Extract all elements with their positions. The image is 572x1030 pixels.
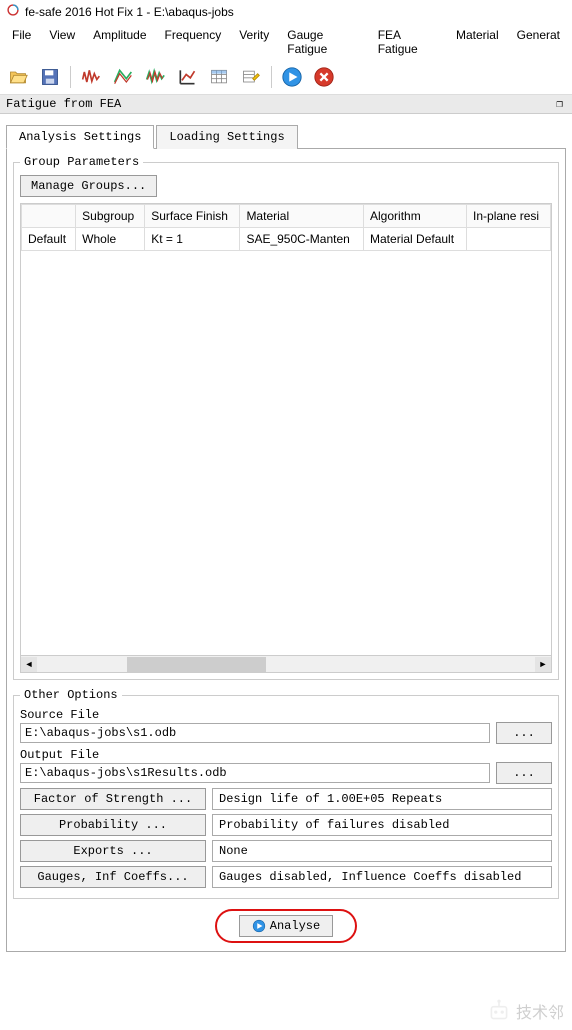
other-options: Other Options Source File ... Output Fil… bbox=[13, 688, 559, 899]
window-title: fe-safe 2016 Hot Fix 1 - E:\abaqus-jobs bbox=[25, 5, 234, 19]
source-file-label: Source File bbox=[20, 708, 552, 722]
group-parameters: Group Parameters Manage Groups... Subgro… bbox=[13, 155, 559, 680]
col-blank[interactable] bbox=[22, 205, 76, 228]
col-surface-finish[interactable]: Surface Finish bbox=[145, 205, 240, 228]
col-subgroup[interactable]: Subgroup bbox=[76, 205, 145, 228]
manage-groups-button[interactable]: Manage Groups... bbox=[20, 175, 157, 197]
tab-loading-settings[interactable]: Loading Settings bbox=[156, 125, 297, 149]
run-icon[interactable] bbox=[278, 63, 306, 91]
source-file-input[interactable] bbox=[20, 723, 490, 743]
col-material[interactable]: Material bbox=[240, 205, 364, 228]
group-parameters-legend: Group Parameters bbox=[20, 155, 143, 169]
open-icon[interactable] bbox=[4, 63, 32, 91]
source-browse-button[interactable]: ... bbox=[496, 722, 552, 744]
cell-material[interactable]: SAE_950C-Manten bbox=[240, 228, 364, 251]
cell-algorithm[interactable]: Material Default bbox=[364, 228, 467, 251]
tabs: Analysis Settings Loading Settings bbox=[6, 124, 566, 148]
menu-frequency[interactable]: Frequency bbox=[157, 25, 230, 59]
probability-button[interactable]: Probability ... bbox=[20, 814, 206, 836]
panel-label: Fatigue from FEA bbox=[6, 97, 121, 111]
probability-value: Probability of failures disabled bbox=[212, 814, 552, 836]
wave-mix-icon[interactable] bbox=[141, 63, 169, 91]
toolbar bbox=[0, 61, 572, 95]
cell-surface-finish[interactable]: Kt = 1 bbox=[145, 228, 240, 251]
col-inplane[interactable]: In-plane resi bbox=[467, 205, 551, 228]
envelope-green-icon[interactable] bbox=[109, 63, 137, 91]
watermark-text: 技术邻 bbox=[516, 999, 564, 1023]
tab-analysis-settings[interactable]: Analysis Settings bbox=[6, 125, 154, 149]
watermark: 技术邻 bbox=[486, 998, 564, 1024]
menu-file[interactable]: File bbox=[4, 25, 39, 59]
factor-of-strength-button[interactable]: Factor of Strength ... bbox=[20, 788, 206, 810]
cell-name[interactable]: Default bbox=[22, 228, 76, 251]
wave-red-icon[interactable] bbox=[77, 63, 105, 91]
exports-button[interactable]: Exports ... bbox=[20, 840, 206, 862]
menu-material[interactable]: Material bbox=[448, 25, 507, 59]
scroll-thumb[interactable] bbox=[127, 657, 266, 672]
factor-of-strength-value: Design life of 1.00E+05 Repeats bbox=[212, 788, 552, 810]
exports-value: None bbox=[212, 840, 552, 862]
panel-label-bar: Fatigue from FEA ❐ bbox=[0, 95, 572, 114]
robot-icon bbox=[486, 998, 512, 1024]
scroll-left-icon[interactable]: ◄ bbox=[21, 657, 37, 672]
analyse-button[interactable]: Analyse bbox=[239, 915, 333, 937]
output-file-label: Output File bbox=[20, 748, 552, 762]
play-icon bbox=[252, 919, 266, 933]
scroll-right-icon[interactable]: ► bbox=[535, 657, 551, 672]
highlight-ring: Analyse bbox=[215, 909, 357, 943]
title-bar: fe-safe 2016 Hot Fix 1 - E:\abaqus-jobs bbox=[0, 0, 572, 23]
analyse-label: Analyse bbox=[270, 919, 320, 933]
table-row[interactable]: Default Whole Kt = 1 SAE_950C-Manten Mat… bbox=[22, 228, 551, 251]
table-header-row: Subgroup Surface Finish Material Algorit… bbox=[22, 205, 551, 228]
gauges-value: Gauges disabled, Influence Coeffs disabl… bbox=[212, 866, 552, 888]
edit-table-icon[interactable] bbox=[237, 63, 265, 91]
app-icon bbox=[6, 3, 20, 20]
output-file-input[interactable] bbox=[20, 763, 490, 783]
other-options-legend: Other Options bbox=[20, 688, 122, 702]
cell-inplane[interactable] bbox=[467, 228, 551, 251]
menu-amplitude[interactable]: Amplitude bbox=[85, 25, 154, 59]
menu-view[interactable]: View bbox=[41, 25, 83, 59]
col-algorithm[interactable]: Algorithm bbox=[364, 205, 467, 228]
stop-icon[interactable] bbox=[310, 63, 338, 91]
menu-verity[interactable]: Verity bbox=[231, 25, 277, 59]
dock-icon[interactable]: ❐ bbox=[553, 97, 566, 111]
menu-bar: File View Amplitude Frequency Verity Gau… bbox=[0, 23, 572, 61]
cell-subgroup[interactable]: Whole bbox=[76, 228, 145, 251]
table-icon[interactable] bbox=[205, 63, 233, 91]
menu-fea-fatigue[interactable]: FEA Fatigue bbox=[370, 25, 446, 59]
gauges-button[interactable]: Gauges, Inf Coeffs... bbox=[20, 866, 206, 888]
axes-icon[interactable] bbox=[173, 63, 201, 91]
group-table: Subgroup Surface Finish Material Algorit… bbox=[20, 203, 552, 673]
output-browse-button[interactable]: ... bbox=[496, 762, 552, 784]
horizontal-scrollbar[interactable]: ◄ ► bbox=[21, 655, 551, 672]
menu-gauge-fatigue[interactable]: Gauge Fatigue bbox=[279, 25, 367, 59]
save-icon[interactable] bbox=[36, 63, 64, 91]
menu-generate[interactable]: Generat bbox=[509, 25, 568, 59]
